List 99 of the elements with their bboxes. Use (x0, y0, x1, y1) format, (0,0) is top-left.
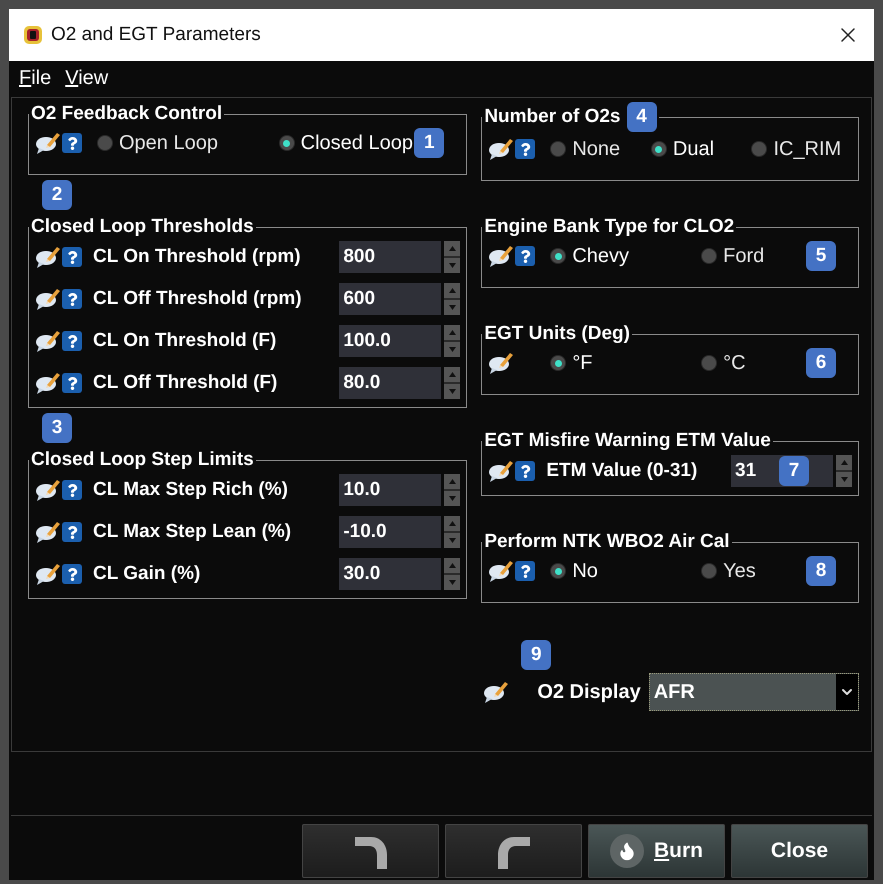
note-pencil-icon[interactable] (35, 287, 61, 311)
group-title: Engine Bank Type for CLO2 (484, 215, 734, 239)
help-icon[interactable] (515, 139, 536, 159)
number-field[interactable]: -10.0 (339, 516, 442, 548)
field-label: CL Off Threshold (F) (93, 370, 278, 395)
group-title: O2 Feedback Control (31, 102, 222, 126)
radio-button[interactable] (650, 141, 667, 157)
radio-button[interactable] (550, 141, 566, 157)
help-icon[interactable] (62, 247, 82, 267)
group-title: EGT Units (Deg) (484, 322, 630, 346)
note-pencil-icon[interactable] (488, 244, 514, 268)
help-icon[interactable] (62, 331, 82, 351)
number-badge: 4 (626, 102, 657, 132)
number-badge: 1 (414, 128, 444, 158)
number-badge: 7 (779, 456, 809, 486)
field-label: ETM Value (0-31) (546, 458, 698, 483)
radio-button[interactable] (550, 355, 566, 371)
spinner-buttons[interactable] (444, 241, 460, 273)
spinner-buttons[interactable] (444, 474, 460, 506)
help-icon[interactable] (515, 561, 536, 581)
radio-label[interactable]: Ford (723, 241, 764, 271)
close-button[interactable]: Close (731, 824, 868, 878)
spinner-buttons[interactable] (444, 367, 460, 399)
note-pencil-icon[interactable] (488, 351, 514, 375)
group-title: Closed Loop Thresholds (31, 215, 254, 239)
dropdown[interactable]: AFR (648, 673, 859, 711)
help-icon[interactable] (62, 564, 82, 584)
flame-icon (610, 834, 644, 868)
note-pencil-icon[interactable] (488, 459, 514, 483)
spinner-buttons[interactable] (444, 325, 460, 357)
radio-button[interactable] (550, 248, 566, 264)
help-icon[interactable] (62, 480, 82, 500)
radio-button[interactable] (701, 355, 718, 371)
radio-button[interactable] (278, 135, 295, 151)
number-field[interactable]: 800 (339, 241, 442, 273)
radio-button[interactable] (701, 248, 718, 264)
field-label: O2 Display (537, 680, 641, 705)
radio-label[interactable]: Closed Loop (300, 128, 413, 158)
note-pencil-icon[interactable] (35, 131, 61, 155)
field-label: CL Off Threshold (rpm) (93, 286, 303, 311)
radio-label[interactable]: None (572, 134, 620, 164)
help-icon[interactable] (515, 246, 536, 266)
number-field[interactable]: 600 (339, 283, 442, 315)
number-badge: 9 (521, 640, 552, 670)
number-field[interactable]: 10.0 (339, 474, 442, 506)
group-title: Perform NTK WBO2 Air Cal (484, 530, 730, 554)
help-icon[interactable] (62, 133, 82, 153)
spinner-buttons[interactable] (836, 455, 852, 487)
number-badge: 3 (42, 413, 72, 443)
number-badge: 2 (42, 180, 72, 210)
help-icon[interactable] (515, 461, 536, 481)
radio-label[interactable]: Dual (672, 134, 714, 164)
spinner-buttons[interactable] (444, 516, 460, 548)
field-label: CL Max Step Lean (%) (93, 520, 292, 544)
number-field[interactable]: 30.0 (339, 558, 442, 590)
note-pencil-icon[interactable] (35, 245, 61, 269)
radio-button[interactable] (97, 135, 113, 151)
burn-button[interactable]: Burn (588, 824, 725, 878)
radio-label[interactable]: °F (572, 348, 593, 378)
field-label: CL On Threshold (F) (93, 328, 278, 353)
radio-label[interactable]: IC_RIM (773, 134, 842, 164)
app-logo-icon (23, 25, 43, 45)
number-field[interactable]: 100.0 (339, 325, 442, 357)
note-pencil-icon[interactable] (35, 329, 61, 353)
help-icon[interactable] (62, 289, 82, 309)
note-pencil-icon[interactable] (488, 559, 514, 583)
radio-button[interactable] (550, 563, 566, 579)
group-title: EGT Misfire Warning ETM Value (484, 429, 771, 453)
redo-button[interactable] (445, 824, 582, 878)
number-badge: 8 (806, 556, 836, 586)
help-icon[interactable] (62, 373, 82, 393)
radio-label[interactable]: Yes (723, 556, 756, 586)
note-pencil-icon[interactable] (35, 478, 61, 502)
radio-button[interactable] (701, 563, 718, 579)
spinner-buttons[interactable] (444, 283, 460, 315)
group-title: Closed Loop Step Limits (31, 448, 254, 472)
undo-button[interactable] (302, 824, 439, 878)
number-badge: 5 (806, 241, 836, 271)
radio-button[interactable] (751, 141, 768, 157)
number-field[interactable]: 80.0 (339, 367, 442, 399)
radio-label[interactable]: Chevy (572, 241, 630, 271)
radio-label[interactable]: Open Loop (119, 128, 218, 158)
spinner-buttons[interactable] (444, 558, 460, 590)
radio-label[interactable]: No (572, 556, 598, 586)
note-pencil-icon[interactable] (35, 371, 61, 395)
field-label: CL Max Step Rich (%) (93, 478, 289, 502)
note-pencil-icon[interactable] (35, 562, 61, 586)
field-label: CL Gain (%) (93, 562, 202, 586)
note-pencil-icon[interactable] (483, 680, 510, 704)
window-title: O2 and EGT Parameters (51, 22, 262, 47)
number-badge: 6 (806, 348, 836, 378)
note-pencil-icon[interactable] (35, 520, 61, 544)
menu-item[interactable]: File (19, 63, 52, 93)
menu-item[interactable]: View (65, 63, 108, 93)
radio-label[interactable]: °C (723, 348, 746, 378)
help-icon[interactable] (62, 522, 82, 542)
field-label: CL On Threshold (rpm) (93, 244, 302, 269)
group-title: Number of O2s (484, 105, 621, 129)
note-pencil-icon[interactable] (488, 137, 514, 161)
